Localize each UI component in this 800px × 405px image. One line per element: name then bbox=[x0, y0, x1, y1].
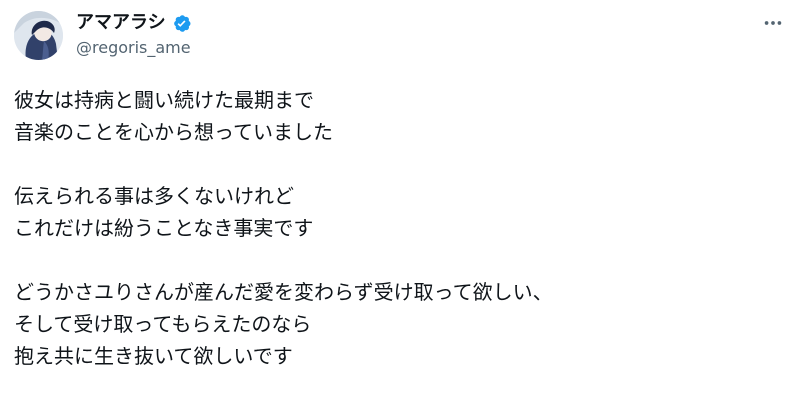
tweet-line: 伝えられる事は多くないけれど bbox=[14, 184, 294, 208]
tweet-line: 音楽のことを心から想っていました bbox=[14, 120, 333, 144]
author-name-row: アマアラシ bbox=[76, 11, 192, 35]
avatar[interactable] bbox=[14, 11, 63, 60]
tweet-line: どうかさユりさんが産んだ愛を変わらず受け取って欲しい、 bbox=[14, 280, 553, 304]
tweet-text: 彼女は持病と闘い続けた最期まで 音楽のことを心から想っていました 伝えられる事は… bbox=[14, 84, 774, 372]
profile-avatar-icon bbox=[14, 11, 63, 60]
more-options-icon bbox=[764, 21, 782, 25]
tweet-line: 抱え共に生き抜いて欲しいです bbox=[14, 344, 293, 368]
tweet-line: 彼女は持病と闘い続けた最期まで bbox=[14, 88, 314, 112]
author-display-name[interactable]: アマアラシ bbox=[76, 11, 166, 35]
tweet-line: そして受け取ってもらえたのなら bbox=[14, 312, 312, 336]
author-handle[interactable]: @regoris_ame bbox=[76, 37, 191, 59]
verified-badge-icon[interactable] bbox=[171, 13, 192, 34]
tweet-line: これだけは紛うことなき事実です bbox=[14, 216, 314, 240]
more-options-button[interactable] bbox=[756, 6, 790, 40]
tweet-card: アマアラシ @regoris_ame 彼女は持病と闘い続けた最期まで 音楽のこと… bbox=[0, 0, 800, 405]
